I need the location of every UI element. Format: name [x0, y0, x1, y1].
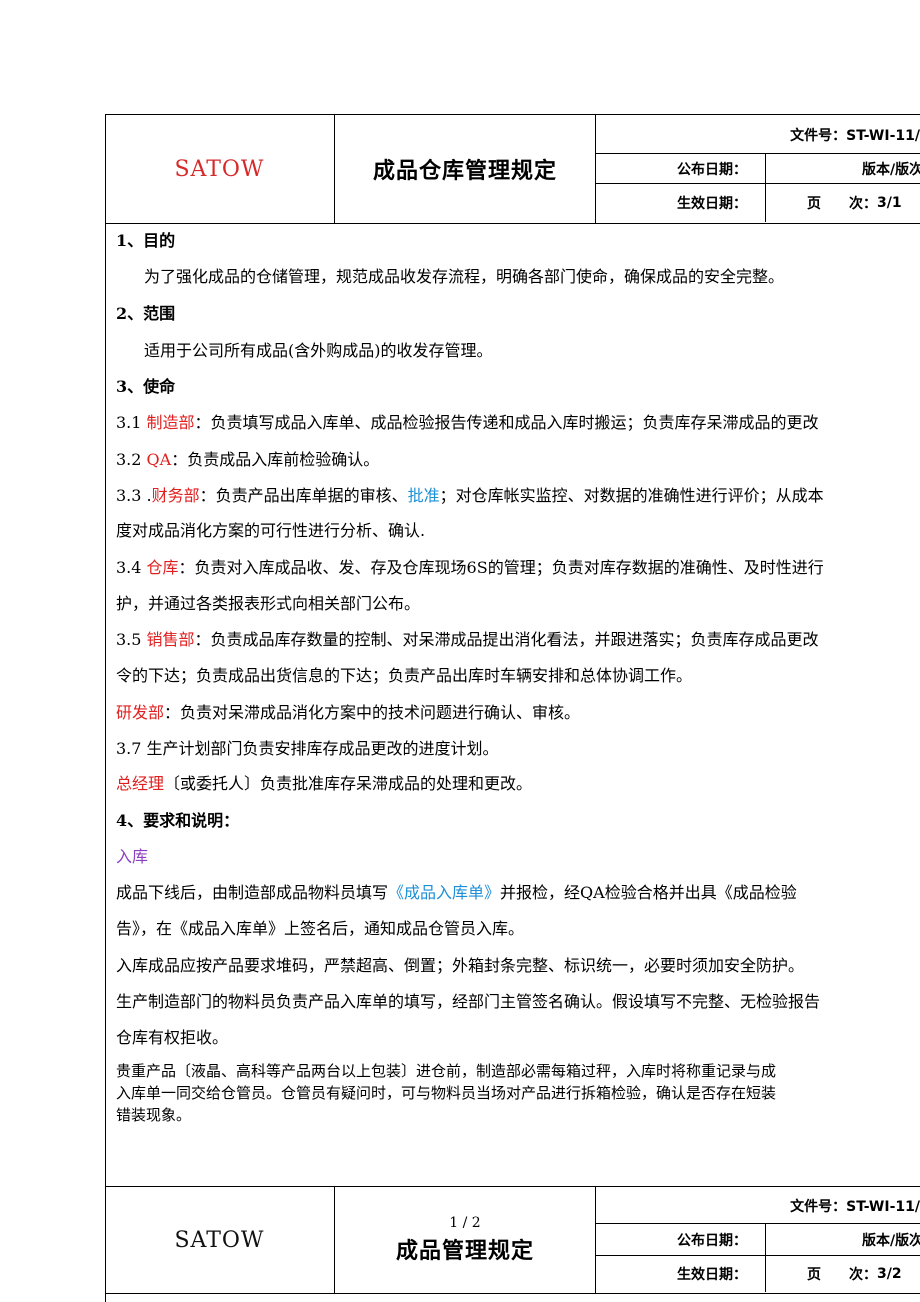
duty-3-2-text: ：负责成品入库前检验确认。 — [171, 450, 380, 469]
doc-number-row: 文件号：ST-WI-11/ — [596, 115, 920, 154]
second-doc-number-value: ST-WI-11/ — [846, 1199, 920, 1215]
left-border-line — [105, 114, 106, 1302]
duty-3-1-number: 3.1 — [116, 413, 147, 432]
duty-3-3: 3.3 .财务部：负责产品出库单据的审核、批准；对仓库帐实监控、对数据的准确性进… — [116, 485, 824, 507]
inbound-p1-a: 成品下线后，由制造部成品物料员填写 — [116, 883, 389, 902]
document-title: 成品仓库管理规定 — [372, 159, 557, 184]
effective-date-row: 生效日期： 页 次： 3/1 — [596, 184, 920, 222]
inbound-p4-line-1: 贵重产品〔液晶、高科等产品两台以上包装〕进仓前，制造部必需每箱过秤，入库时将称重… — [116, 1062, 777, 1080]
inbound-p4-line-2: 入库单一同交给仓管员。仓管员有疑问时，可与物料员当场对产品进行拆箱检验，确认是否… — [116, 1084, 777, 1102]
duty-3-3-text-b: ；对仓库帐实监控、对数据的准确性进行评价；从成本 — [439, 486, 824, 505]
second-version-label: 版本/版次 — [862, 1232, 920, 1249]
doc-number: 文件号：ST-WI-11/ — [790, 125, 920, 145]
second-effective-date-label: 生效日期： — [596, 1256, 766, 1292]
second-doc-number-label: 文件号： — [790, 1199, 847, 1215]
duty-3-1-text: ：负责填写成品入库单、成品检验报告传递和成品入库时搬运；负责库存呆滞成品的更改 — [194, 413, 819, 432]
inbound-form-name: 《成品入库单》 — [388, 883, 501, 902]
duty-3-7: 3.7 生产计划部门负责安排库存成品更改的进度计划。 — [116, 739, 499, 758]
dept-sales: 销售部 — [146, 630, 195, 649]
section-3-title: 3、使命 — [116, 377, 176, 396]
document-page: SATOW 成品仓库管理规定 文件号：ST-WI-11/ 公布日期： 版本/版次… — [0, 0, 920, 1302]
header-table: SATOW 成品仓库管理规定 文件号：ST-WI-11/ 公布日期： 版本/版次… — [105, 114, 920, 224]
duty-3-3-line-2: 度对成品消化方案的可行性进行分析、确认. — [116, 521, 426, 540]
second-publish-date-row: 公布日期： 版本/版次 — [596, 1224, 920, 1256]
duty-3-4-line-2: 护，并通过各类报表形式向相关部门公布。 — [116, 594, 421, 613]
duty-3-4-text: ：负责对入库成品收、发、存及仓库现场6S的管理；负责对库存数据的准确性、及时性进… — [178, 558, 824, 577]
version-label: 版本/版次 — [862, 161, 920, 178]
duty-3-4: 3.4 仓库：负责对入库成品收、发、存及仓库现场6S的管理；负责对库存数据的准确… — [116, 557, 824, 579]
second-page-count-label: 页 次： — [807, 1267, 877, 1283]
dept-rd: 研发部 — [116, 703, 165, 722]
second-publish-date-label: 公布日期： — [596, 1224, 766, 1255]
section-2-text: 适用于公司所有成品(含外购成品)的收发存管理。 — [144, 341, 493, 360]
inbound-p1: 成品下线后，由制造部成品物料员填写《成品入库单》并报检，经QA检验合格并出具《成… — [116, 882, 797, 904]
inbound-p1-line-2: 告》，在《成品入库单》上签名后，通知成品仓管员入库。 — [116, 919, 525, 938]
duty-3-3-text-a: ：负责产品出库单据的审核、 — [199, 486, 408, 505]
duty-3-5-number: 3.5 — [116, 630, 147, 649]
second-meta-cell: 文件号：ST-WI-11/ 公布日期： 版本/版次 生效日期： 页 次： 3/2 — [596, 1187, 920, 1293]
meta-cell: 文件号：ST-WI-11/ 公布日期： 版本/版次 生效日期： 页 次： 3/1 — [596, 115, 920, 223]
second-document-title: 成品管理规定 — [395, 1239, 534, 1264]
title-cell: 成品仓库管理规定 — [335, 115, 596, 223]
dept-warehouse: 仓库 — [146, 558, 179, 577]
duty-3-2-number: 3.2 — [116, 450, 147, 469]
page-number: 1 / 2 — [449, 1215, 481, 1231]
second-doc-number-row: 文件号：ST-WI-11/ — [596, 1187, 920, 1224]
company-logo: SATOW — [105, 115, 335, 223]
inbound-p1-b: 并报检，经QA检验合格并出具《成品检验 — [500, 883, 797, 902]
effective-date-label: 生效日期： — [596, 184, 766, 222]
section-4-title: 4、要求和说明： — [116, 811, 240, 830]
second-page-header-table: SATOW 1 / 2 成品管理规定 文件号：ST-WI-11/ 公布日期： 版… — [105, 1186, 920, 1294]
duty-rd: 研发部：负责对呆滞成品消化方案中的技术问题进行确认、审核。 — [116, 702, 580, 724]
doc-number-value: ST-WI-11/ — [846, 128, 920, 144]
duty-3-5: 3.5 销售部：负责成品库存数量的控制、对呆滞成品提出消化看法，并跟进落实；负责… — [116, 629, 819, 651]
section-1-title: 1、目的 — [116, 231, 176, 250]
duty-3-5-text: ：负责成品库存数量的控制、对呆滞成品提出消化看法，并跟进落实；负责库存成品更改 — [194, 630, 819, 649]
page-count: 页 次： 3/1 — [767, 184, 920, 222]
duty-3-4-number: 3.4 — [116, 558, 147, 577]
inbound-p3-line-1: 生产制造部门的物料员负责产品入库单的填写，经部门主管签名确认。假设填写不完整、无… — [116, 992, 821, 1011]
publish-date-row: 公布日期： 版本/版次 — [596, 154, 920, 184]
second-page-count-value: 3/2 — [877, 1266, 902, 1282]
duty-gm: 总经理〔或委托人〕负责批准库存呆滞成品的处理和更改。 — [116, 773, 532, 795]
page-count-label: 页 次： — [807, 196, 877, 212]
approve-term: 批准 — [407, 486, 440, 505]
second-company-logo: SATOW — [105, 1187, 335, 1293]
doc-number-label: 文件号： — [790, 128, 847, 144]
second-title-cell: 1 / 2 成品管理规定 — [335, 1187, 596, 1293]
inbound-p3-line-2: 仓库有权拒收。 — [116, 1028, 229, 1047]
publish-date-label: 公布日期： — [596, 154, 766, 183]
dept-finance: 财务部 — [151, 486, 200, 505]
inbound-p2: 入库成品应按产品要求堆码，严禁超高、倒置；外箱封条完整、标识统一，必要时须加安全… — [116, 956, 805, 975]
duty-3-2: 3.2 QA：负责成品入库前检验确认。 — [116, 449, 379, 471]
second-page-count: 页 次： 3/2 — [767, 1256, 920, 1292]
duty-gm-text: 〔或委托人〕负责批准库存呆滞成品的处理和更改。 — [164, 774, 533, 793]
duty-rd-text: ：负责对呆滞成品消化方案中的技术问题进行确认、审核。 — [164, 703, 581, 722]
section-1-text: 为了强化成品的仓储管理，规范成品收发存流程，明确各部门使命，确保成品的安全完整。 — [144, 267, 785, 286]
duty-3-5-line-2: 令的下达；负责成品出货信息的下达；负责产品出库时车辆安排和总体协调工作。 — [116, 666, 693, 685]
dept-manufacturing: 制造部 — [146, 413, 195, 432]
dept-qa: QA — [146, 450, 172, 469]
section-2-title: 2、范围 — [116, 304, 176, 323]
duty-3-1: 3.1 制造部：负责填写成品入库单、成品检验报告传递和成品入库时搬运；负责库存呆… — [116, 412, 819, 434]
inbound-p4-line-3: 错装现象。 — [116, 1106, 192, 1124]
duty-3-3-number: 3.3 . — [116, 486, 152, 505]
second-doc-number: 文件号：ST-WI-11/ — [790, 1196, 920, 1216]
dept-general-manager: 总经理 — [116, 774, 165, 793]
inbound-title: 入库 — [116, 847, 149, 866]
page-count-value: 3/1 — [877, 195, 902, 211]
second-effective-date-row: 生效日期： 页 次： 3/2 — [596, 1256, 920, 1292]
